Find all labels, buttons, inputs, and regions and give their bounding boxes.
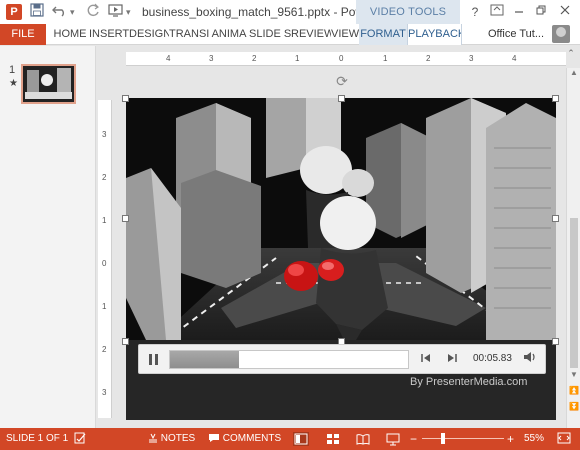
account-name[interactable]: Office Tut... <box>488 24 544 45</box>
video-timestamp: 00:05.83 <box>473 353 512 364</box>
zoom-out-button[interactable]: − <box>410 428 417 450</box>
slide-show-view-icon[interactable] <box>385 432 401 446</box>
tab-design[interactable]: DESIGN <box>129 24 169 45</box>
tab-format[interactable]: FORMAT <box>359 24 407 45</box>
ruler-label: 2 <box>426 54 431 63</box>
ruler-label: 0 <box>102 259 107 268</box>
ruler-label: 2 <box>102 345 107 354</box>
next-slide-icon[interactable]: ⏬ <box>567 402 580 411</box>
move-forward-button[interactable] <box>445 352 459 366</box>
pause-button[interactable] <box>145 351 161 367</box>
minimize-button[interactable] <box>508 3 530 21</box>
ruler-label: 3 <box>102 388 107 397</box>
scrollbar-thumb[interactable] <box>570 218 578 368</box>
powerpoint-app-icon[interactable]: P <box>6 4 22 20</box>
vertical-ruler[interactable]: 3 2 1 0 1 2 3 <box>98 100 112 418</box>
slide-sorter-view-icon[interactable] <box>325 432 341 446</box>
contextual-tab-group: VIDEO TOOLS <box>356 0 460 24</box>
previous-slide-icon[interactable]: ⏫ <box>567 386 580 395</box>
title-bar: P ▾ ▾ business_boxing_match_9561.pptx - … <box>0 0 580 24</box>
save-icon[interactable] <box>30 3 44 21</box>
resize-handle-left[interactable] <box>122 215 129 222</box>
ruler-label: 2 <box>252 54 257 63</box>
resize-handle-top[interactable] <box>338 95 345 102</box>
scroll-up-icon[interactable]: ▲ <box>567 68 580 77</box>
ruler-label: 1 <box>102 216 107 225</box>
video-progress-fill <box>170 351 240 368</box>
undo-dropdown-icon[interactable]: ▾ <box>70 3 75 21</box>
help-button[interactable]: ? <box>464 3 486 21</box>
resize-handle-top-left[interactable] <box>122 95 129 102</box>
ruler-label: 4 <box>166 54 171 63</box>
resize-handle-top-right[interactable] <box>552 95 559 102</box>
horizontal-ruler[interactable]: 4 3 2 1 0 1 2 3 4 <box>126 52 566 66</box>
fit-slide-to-window-icon[interactable] <box>557 428 571 450</box>
ruler-label: 1 <box>295 54 300 63</box>
start-from-beginning-icon[interactable] <box>108 3 124 21</box>
ruler-label: 3 <box>102 130 107 139</box>
tab-transitions[interactable]: TRANSI <box>169 24 209 45</box>
tab-animations[interactable]: ANIMA <box>209 24 249 45</box>
ruler-label: 4 <box>512 54 517 63</box>
ruler-label: 0 <box>339 54 344 63</box>
rotate-handle-icon[interactable]: ⟳ <box>335 74 349 88</box>
customize-qat-icon[interactable]: ▾ <box>126 3 131 21</box>
reading-view-icon[interactable] <box>355 432 371 446</box>
tab-view[interactable]: VIEW <box>331 24 359 45</box>
ruler-label: 2 <box>102 173 107 182</box>
ribbon-display-options-icon[interactable] <box>486 3 508 21</box>
spell-check-icon[interactable] <box>74 428 86 450</box>
tab-home[interactable]: HOME <box>51 24 89 45</box>
expand-ribbon-icon[interactable]: ⌃ <box>564 46 578 60</box>
zoom-in-button[interactable]: + <box>507 428 514 450</box>
scroll-down-icon[interactable]: ▼ <box>567 370 580 379</box>
zoom-slider-thumb[interactable] <box>440 433 445 444</box>
comments-label: COMMENTS <box>222 433 282 444</box>
slide-indicator: SLIDE 1 OF 1 <box>6 433 69 444</box>
vertical-scrollbar[interactable]: ▲ ▼ ⏫ ⏬ <box>566 68 580 428</box>
zoom-slider[interactable] <box>422 438 504 439</box>
ruler-label: 1 <box>102 302 107 311</box>
ribbon-tabs: FILE HOME INSERT DESIGN TRANSI ANIMA SLI… <box>0 24 580 45</box>
normal-view-icon[interactable] <box>293 432 309 446</box>
resize-handle-bottom-left[interactable] <box>122 338 129 345</box>
notes-button[interactable]: NOTES <box>148 428 195 450</box>
volume-icon[interactable] <box>522 351 538 367</box>
ruler-label: 3 <box>209 54 214 63</box>
animation-marker-icon: ★ <box>9 78 18 89</box>
slide-thumbnail[interactable] <box>21 64 76 104</box>
ruler-label: 3 <box>469 54 474 63</box>
tab-review[interactable]: REVIEW <box>291 24 331 45</box>
boxing-scene-illustration <box>126 98 556 340</box>
slide-number: 1 <box>9 64 16 76</box>
video-progress-bar[interactable] <box>169 350 409 369</box>
ruler-label: 1 <box>383 54 388 63</box>
presentermedia-watermark: By PresenterMedia.com <box>410 376 528 388</box>
close-button[interactable] <box>554 3 576 21</box>
redo-icon[interactable] <box>86 3 100 21</box>
slide-thumbnail-pane: 1 ★ <box>0 46 96 428</box>
zoom-level[interactable]: 55% <box>524 428 544 450</box>
tab-file[interactable]: FILE <box>0 24 46 45</box>
resize-handle-bottom-right[interactable] <box>552 338 559 345</box>
tab-insert[interactable]: INSERT <box>89 24 129 45</box>
restore-button[interactable] <box>530 3 552 21</box>
status-bar: SLIDE 1 OF 1 NOTES COMMENTS − + 55% <box>0 428 580 450</box>
notes-label: NOTES <box>160 433 196 444</box>
move-back-button[interactable] <box>419 352 433 366</box>
tab-slide-show[interactable]: SLIDE S <box>249 24 291 45</box>
video-player-controls: 00:05.83 <box>138 344 546 374</box>
comments-button[interactable]: COMMENTS <box>208 428 281 450</box>
undo-icon[interactable] <box>52 3 68 21</box>
resize-handle-right[interactable] <box>552 215 559 222</box>
tab-playback[interactable]: PLAYBACK <box>407 24 462 45</box>
video-frame[interactable] <box>126 98 556 340</box>
avatar[interactable] <box>552 25 570 43</box>
